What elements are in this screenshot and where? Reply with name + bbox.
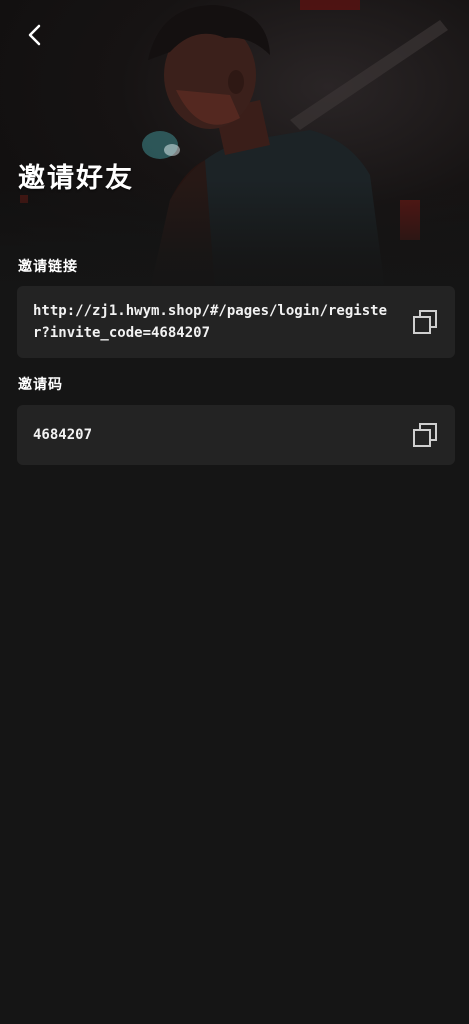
invite-code-label: 邀请码 xyxy=(18,377,63,393)
copy-icon xyxy=(413,423,437,447)
invite-friends-page: 邀请好友 邀请链接 http://zj1.hwym.shop/#/pages/l… xyxy=(0,0,469,1024)
copy-icon xyxy=(413,310,437,334)
invite-link-field: http://zj1.hwym.shop/#/pages/login/regis… xyxy=(17,286,455,358)
invite-code-field: 4684207 xyxy=(17,405,455,465)
hero-banner-image xyxy=(0,0,469,290)
invite-link-label: 邀请链接 xyxy=(18,259,78,275)
back-button[interactable] xyxy=(18,18,52,52)
invite-code-value: 4684207 xyxy=(33,427,93,443)
invite-link-value: http://zj1.hwym.shop/#/pages/login/regis… xyxy=(33,303,388,341)
chevron-left-icon xyxy=(28,24,41,46)
page-title: 邀请好友 xyxy=(18,163,134,194)
copy-invite-code-button[interactable] xyxy=(411,421,439,449)
copy-invite-link-button[interactable] xyxy=(411,308,439,336)
